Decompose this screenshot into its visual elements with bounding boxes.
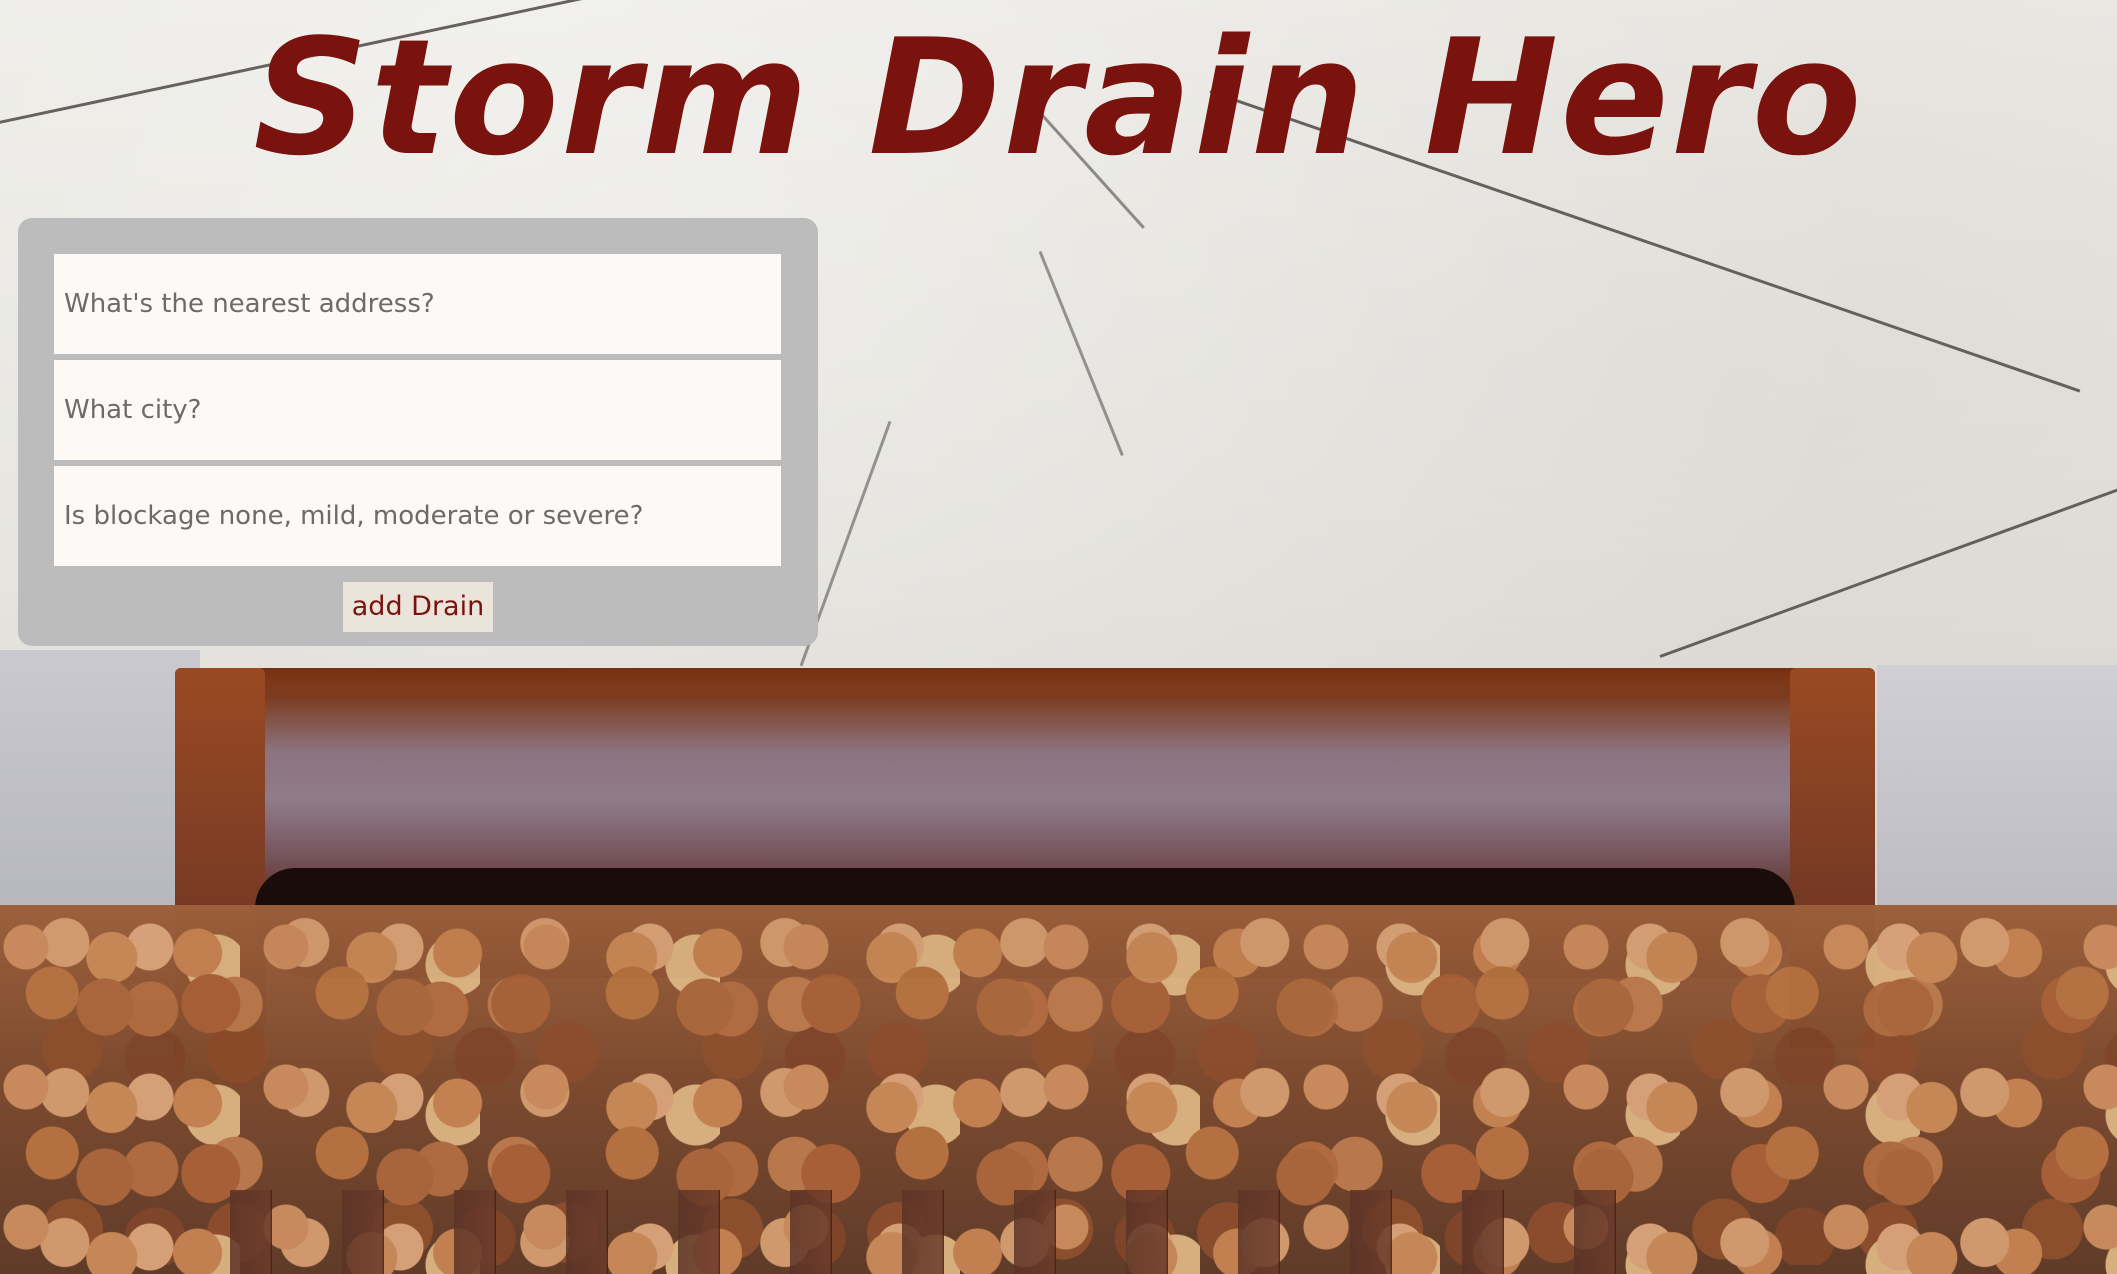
pavement-crack (1038, 250, 1124, 457)
drain-grate (160, 1190, 1660, 1274)
add-drain-button[interactable]: add Drain (343, 582, 493, 632)
pavement-crack (0, 0, 617, 128)
blockage-input[interactable] (54, 466, 781, 566)
city-input[interactable] (54, 360, 781, 460)
add-drain-form: add Drain (18, 218, 818, 646)
address-input[interactable] (54, 254, 781, 354)
pavement-crack (1209, 90, 2081, 393)
pavement-crack (1028, 100, 1145, 229)
pavement-crack (1659, 477, 2117, 658)
